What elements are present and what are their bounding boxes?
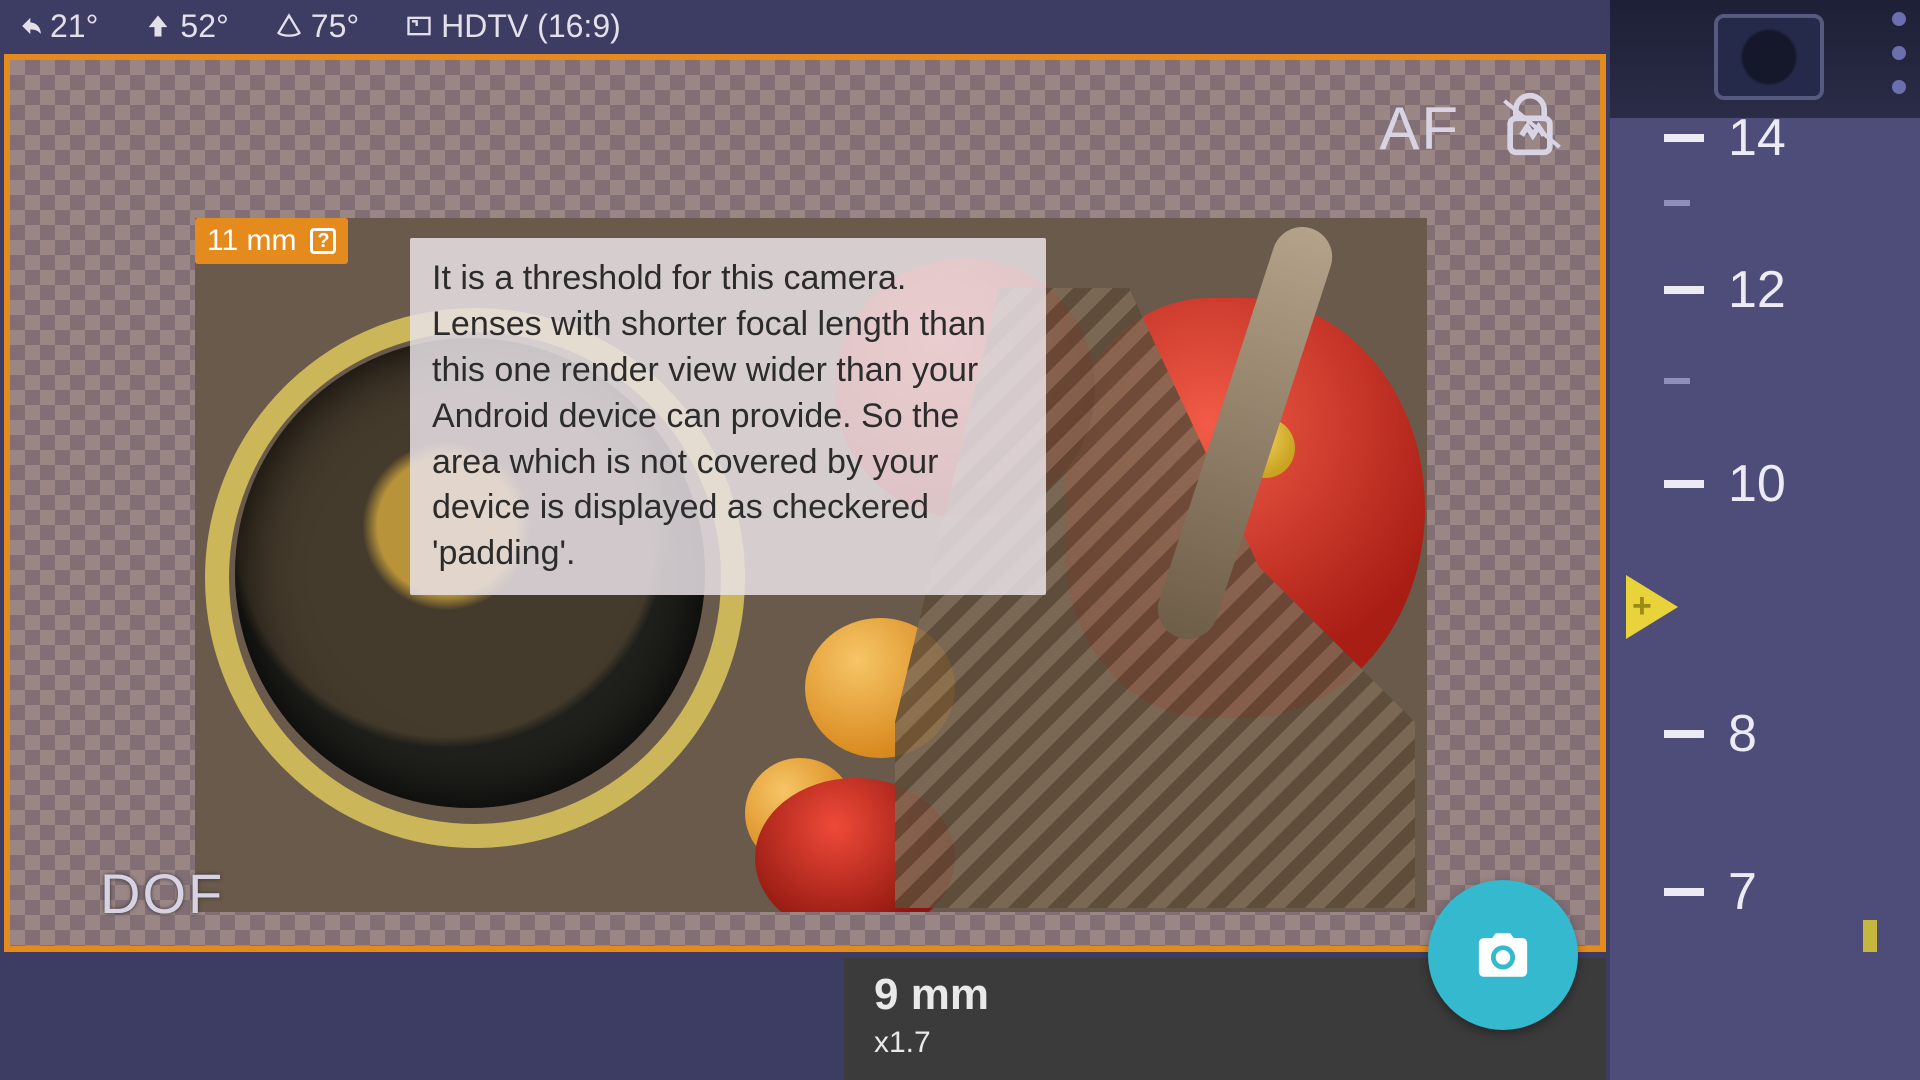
scale-tick-label: 7 bbox=[1728, 862, 1757, 922]
angle-up-group[interactable]: 52° bbox=[144, 8, 228, 45]
scale-tick-14[interactable]: 14 bbox=[1664, 108, 1786, 168]
scale-tick-8[interactable]: 8 bbox=[1664, 704, 1757, 764]
scale-tick-label: 10 bbox=[1728, 454, 1786, 514]
up-icon bbox=[144, 12, 172, 40]
scale-tick-12[interactable]: 12 bbox=[1664, 260, 1786, 320]
autofocus-label[interactable]: AF bbox=[1379, 94, 1460, 163]
focal-scale[interactable]: 14 12 10 8 7 bbox=[1664, 100, 1844, 1060]
scale-tick-label: 12 bbox=[1728, 260, 1786, 320]
scale-minor-tick bbox=[1664, 378, 1690, 384]
exposure-lock-button[interactable] bbox=[1500, 90, 1560, 158]
threshold-chip-label: 11 mm bbox=[207, 224, 296, 258]
app-root: 21° 52° 75° HDTV (16:9) DXX00 16:9 bbox=[0, 0, 1920, 1080]
aspect-icon bbox=[405, 12, 433, 40]
bottom-bar: 9 mm x1.7 bbox=[4, 958, 1606, 1080]
dof-label[interactable]: DOF bbox=[100, 861, 224, 926]
viewfinder[interactable]: 11 mm ? It is a threshold for this camer… bbox=[4, 54, 1606, 952]
bottom-bar-spacer bbox=[4, 958, 844, 1080]
aspect-label: HDTV (16:9) bbox=[441, 8, 621, 45]
scale-tick-label: 8 bbox=[1728, 704, 1757, 764]
aspect-group[interactable]: HDTV (16:9) bbox=[405, 8, 621, 45]
zoom-factor-value: x1.7 bbox=[874, 1026, 989, 1060]
scroll-indicator bbox=[1863, 920, 1877, 952]
scale-tick-label: 14 bbox=[1728, 108, 1786, 168]
camera-icon bbox=[1474, 926, 1532, 984]
threshold-chip[interactable]: 11 mm ? bbox=[195, 218, 348, 264]
scale-minor-tick bbox=[1664, 200, 1690, 206]
threshold-tooltip: It is a threshold for this camera. Lense… bbox=[410, 238, 1046, 595]
angle-cone-value: 75° bbox=[311, 8, 359, 45]
side-panel: 14 12 10 8 7 bbox=[1610, 0, 1920, 1080]
angle-up-value: 52° bbox=[180, 8, 228, 45]
angle-back-value: 21° bbox=[50, 8, 98, 45]
back-icon bbox=[14, 12, 42, 40]
camera-lens-graphic bbox=[1714, 14, 1824, 100]
camera-dots bbox=[1892, 12, 1906, 94]
angle-cone-group[interactable]: 75° bbox=[275, 8, 359, 45]
cone-icon bbox=[275, 12, 303, 40]
scale-tick-10[interactable]: 10 bbox=[1664, 454, 1786, 514]
scale-tick-7[interactable]: 7 bbox=[1664, 862, 1757, 922]
focal-length-value: 9 mm bbox=[874, 970, 989, 1020]
lens-info[interactable]: 9 mm x1.7 bbox=[844, 958, 1019, 1072]
scale-pointer-icon[interactable] bbox=[1626, 575, 1678, 639]
angle-back-group[interactable]: 21° bbox=[14, 8, 98, 45]
shutter-button[interactable] bbox=[1428, 880, 1578, 1030]
help-icon[interactable]: ? bbox=[310, 228, 336, 254]
